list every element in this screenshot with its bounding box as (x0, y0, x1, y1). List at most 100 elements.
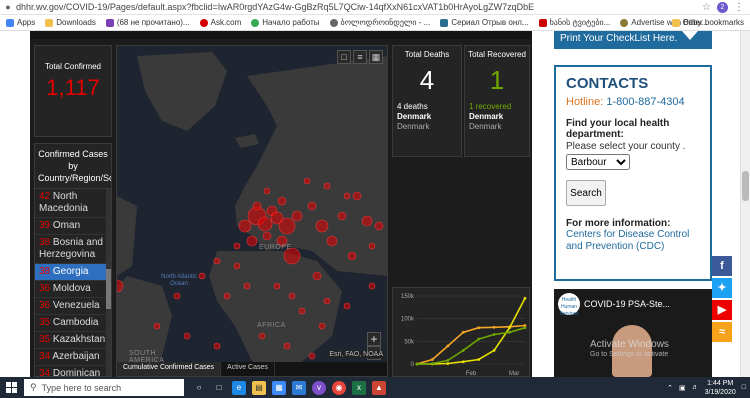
case-bubble[interactable] (213, 257, 221, 265)
bookmark-mail[interactable]: (68 не прочитано)... (105, 18, 190, 27)
rss-icon[interactable]: ≈ (712, 322, 732, 342)
case-bubble[interactable] (303, 177, 311, 185)
bookmark-georgian[interactable]: ბოლოდროინდელი - ... (329, 18, 430, 27)
case-bubble[interactable] (308, 352, 316, 360)
case-bubble[interactable] (343, 302, 351, 310)
hotline-phone-link[interactable]: 1-800-887-4304 (606, 96, 684, 108)
country-list-scrollbar[interactable] (106, 189, 111, 376)
country-list-item[interactable]: 36 Moldova (35, 281, 111, 298)
case-bubble[interactable] (315, 219, 329, 233)
chrome-taskbar-icon[interactable]: ◉ (332, 380, 346, 395)
case-bubble[interactable] (323, 182, 331, 190)
chart-point[interactable] (477, 326, 481, 330)
case-bubble[interactable] (183, 332, 191, 340)
notifications-icon[interactable]: □ (742, 384, 746, 391)
chart-point[interactable] (508, 326, 511, 330)
chart-point[interactable] (431, 362, 434, 365)
task-switch-icon[interactable]: □ (212, 381, 226, 395)
country-list-item[interactable]: 39 Oman (35, 218, 111, 235)
country-list-item[interactable]: 38 Georgia (35, 264, 111, 281)
country-list-item[interactable]: 42 North Macedonia (35, 189, 111, 218)
world-map[interactable]: □ ≡ ▦ EUROPE AFRICA SOUTH AMERICA North … (116, 45, 388, 377)
address-bar[interactable]: ● dhhr.wv.gov/COVID-19/Pages/default.asp… (0, 0, 750, 15)
page-scrollbar[interactable] (740, 31, 750, 377)
app-icon[interactable]: ▲ (372, 380, 386, 395)
volume-icon[interactable]: ♬ (692, 384, 699, 391)
video-title[interactable]: COVID-19 PSA-Ste... (584, 299, 670, 309)
case-bubble[interactable] (263, 187, 271, 195)
bookmark-series[interactable]: Сериал Отрыв онл... (440, 18, 529, 27)
chart-point[interactable] (446, 358, 450, 362)
bookmark-map-icon[interactable]: □ (337, 50, 351, 64)
chart-point[interactable] (492, 325, 496, 329)
case-bubble[interactable] (337, 211, 347, 221)
case-bubble[interactable] (347, 251, 357, 261)
menu-icon[interactable]: ⋮ (734, 2, 744, 13)
youtube-icon[interactable]: ▶ (712, 300, 732, 320)
case-bubble[interactable] (352, 191, 362, 201)
country-list-item[interactable]: 35 Kazakhstan (35, 332, 111, 349)
star-icon[interactable]: ☆ (702, 2, 711, 13)
case-bubble[interactable] (262, 231, 272, 241)
mail-app-icon[interactable]: ✉ (292, 380, 306, 395)
case-bubble[interactable] (277, 196, 287, 206)
list-icon[interactable]: ≡ (353, 50, 367, 64)
case-bubble[interactable] (326, 235, 338, 247)
chart-point[interactable] (477, 358, 481, 361)
excel-icon[interactable]: x (352, 380, 366, 395)
bookmark-apps[interactable]: Apps (6, 18, 35, 27)
case-bubble[interactable] (246, 235, 258, 247)
bookmark-ask[interactable]: Ask.com (199, 18, 241, 27)
chart-point[interactable] (446, 362, 450, 365)
case-bubble[interactable] (283, 342, 291, 350)
zoom-in-button[interactable]: + (367, 332, 381, 346)
network-icon[interactable]: ▣ (679, 384, 686, 392)
case-bubble[interactable] (318, 322, 326, 330)
case-bubble[interactable] (223, 292, 231, 300)
case-bubble[interactable] (233, 242, 241, 250)
start-button[interactable] (0, 377, 22, 398)
case-bubble[interactable] (238, 219, 252, 233)
case-bubble[interactable] (343, 192, 351, 200)
edge-icon[interactable]: e (232, 380, 246, 395)
chart-point[interactable] (523, 296, 527, 300)
profile-avatar[interactable]: 2 (717, 1, 728, 13)
case-bubble[interactable] (258, 332, 266, 340)
case-bubble[interactable] (278, 217, 296, 235)
county-select[interactable]: Barbour (566, 154, 630, 170)
country-list-item[interactable]: 34 Azerbaijan (35, 349, 111, 366)
case-bubble[interactable] (288, 292, 296, 300)
chart-point[interactable] (461, 360, 465, 364)
chart-point[interactable] (508, 330, 511, 334)
case-bubble[interactable] (374, 221, 384, 231)
case-bubble[interactable] (198, 272, 206, 280)
checklist-banner[interactable]: Print Your CheckList Here. (554, 31, 712, 49)
case-bubble[interactable] (233, 262, 241, 270)
chart-point[interactable] (492, 349, 496, 352)
facebook-icon[interactable]: f (712, 256, 732, 276)
grid-icon[interactable]: ▦ (369, 50, 383, 64)
chart-point[interactable] (446, 344, 450, 348)
page-scrollbar-thumb[interactable] (742, 171, 749, 201)
search-button[interactable]: Search (566, 180, 606, 206)
country-list-item[interactable]: 36 Venezuela (35, 298, 111, 315)
store-icon[interactable]: ▦ (272, 380, 286, 395)
case-bubble[interactable] (298, 307, 306, 315)
scrollbar-thumb[interactable] (106, 269, 111, 309)
taskbar-search[interactable]: ⚲ Type here to search (24, 379, 184, 396)
chart-point[interactable] (431, 358, 434, 361)
case-bubble[interactable] (307, 201, 317, 211)
case-bubble[interactable] (273, 282, 281, 290)
viber-icon[interactable]: v (312, 380, 326, 395)
bookmark-downloads[interactable]: Downloads (45, 18, 96, 27)
chart-point[interactable] (415, 362, 419, 366)
case-bubble[interactable] (173, 292, 181, 300)
twitter-icon[interactable]: ✦ (712, 278, 732, 298)
chart-point[interactable] (461, 330, 465, 334)
chart-point[interactable] (523, 326, 527, 330)
tab-active-cases[interactable]: Active Cases (221, 362, 275, 376)
tray-chevron-icon[interactable]: ⌃ (667, 384, 673, 392)
case-bubble[interactable] (361, 215, 373, 227)
country-list-item[interactable]: 35 Cambodia (35, 315, 111, 332)
country-list-item[interactable]: 38 Bosnia and Herzegovina (35, 235, 111, 264)
